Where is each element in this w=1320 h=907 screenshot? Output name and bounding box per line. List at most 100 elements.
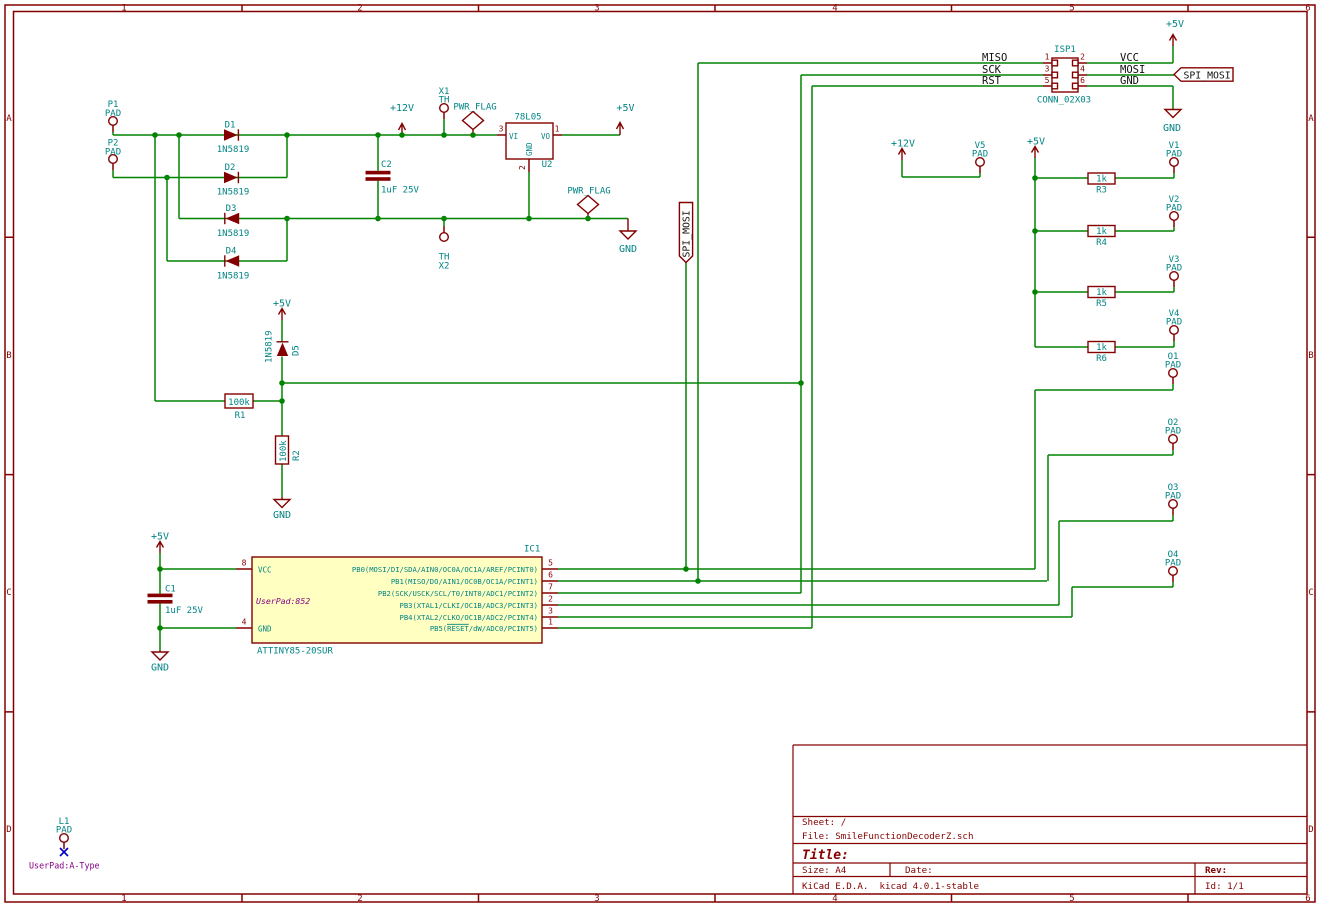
ic1-pin-number: 1 bbox=[548, 618, 553, 627]
r6-ref: R6 bbox=[1096, 354, 1107, 364]
power-gnd-r2[interactable]: GND bbox=[272, 497, 292, 521]
spi-mosi-label-text: SPI_MOSI bbox=[1184, 70, 1231, 81]
plus12v-label: +12V bbox=[891, 139, 915, 150]
ic1-pin-vcc-number: 8 bbox=[242, 559, 247, 568]
power-plus5v-isp[interactable]: +5V bbox=[1166, 19, 1184, 46]
junction-dot bbox=[279, 380, 285, 386]
ic1-pin-pb3-label: PB3(XTAL1/CLKI/OC1B/ADC3/PCINT3) bbox=[400, 601, 538, 610]
isp1-pin-number: 1 bbox=[1045, 53, 1050, 62]
component-pad-v2[interactable]: V2 PAD bbox=[1166, 195, 1182, 221]
power-gnd-rectifier[interactable]: GND bbox=[618, 218, 638, 256]
junction-dot bbox=[695, 578, 701, 584]
component-isp1-connector[interactable]: ISP1 CONN_02X03 1 3 5 2 4 6 bbox=[1037, 45, 1091, 106]
frame-col-label: 3 bbox=[594, 4, 599, 14]
r6-value: 1k bbox=[1096, 343, 1107, 353]
component-ic1-mcu[interactable]: IC1 ATTINY85-20SUR UserPad:852 VCC GND 8… bbox=[242, 545, 554, 657]
power-plus12v-v5[interactable]: +12V bbox=[891, 139, 915, 161]
component-r2[interactable]: 100k R2 bbox=[274, 435, 303, 465]
net-label-rst[interactable]: RST bbox=[982, 75, 1002, 87]
frame-row-label: C bbox=[1308, 588, 1313, 598]
net-label-gnd[interactable]: GND bbox=[1120, 75, 1139, 87]
component-r3[interactable]: 1k R3 bbox=[1087, 172, 1116, 196]
isp1-pin-number: 2 bbox=[1080, 53, 1085, 62]
component-pad-v5[interactable]: V5 PAD bbox=[972, 141, 988, 167]
d5-body bbox=[276, 342, 289, 356]
component-pad-o3[interactable]: O3 PAD bbox=[1165, 483, 1181, 510]
gnd-symbol-icon bbox=[1163, 108, 1183, 119]
net-label-vcc[interactable]: VCC bbox=[1120, 52, 1139, 64]
component-pad-x1[interactable]: X1 TH bbox=[439, 87, 450, 113]
component-pad-o4[interactable]: O4 PAD bbox=[1165, 550, 1181, 577]
no-connect-icon bbox=[59, 847, 69, 857]
wire-isp-rows[interactable] bbox=[698, 46, 1174, 108]
r4-value: 1k bbox=[1096, 227, 1107, 237]
power-plus5v-rail[interactable]: +5V bbox=[1027, 137, 1045, 159]
x2-pad-circle bbox=[439, 231, 450, 242]
u2-pin-vi-number: 3 bbox=[499, 125, 504, 134]
component-pad-p2[interactable]: P2 PAD bbox=[105, 139, 121, 164]
component-d3[interactable]: D3 1N5819 bbox=[217, 204, 250, 239]
isp1-pin-number: 3 bbox=[1045, 65, 1050, 74]
gnd-symbol-icon bbox=[618, 218, 638, 240]
component-pad-o1[interactable]: O1 PAD bbox=[1165, 352, 1181, 379]
pwr-flag-label: PWR_FLAG bbox=[453, 103, 496, 113]
isp1-pin-number: 6 bbox=[1080, 76, 1085, 85]
wire-isp-verticals[interactable] bbox=[685, 63, 813, 628]
d1-ref: D1 bbox=[225, 121, 236, 131]
component-c1[interactable]: C1 1uF 25V bbox=[147, 585, 204, 617]
frame-col-label: 6 bbox=[1305, 894, 1310, 904]
c1-plate-bottom bbox=[147, 600, 173, 604]
component-pad-o2[interactable]: O2 PAD bbox=[1165, 418, 1181, 445]
schematic-canvas[interactable]: 1 2 3 4 5 6 1 2 3 4 5 6 A B C D A B C D … bbox=[0, 0, 1320, 907]
component-pad-v3[interactable]: V3 PAD bbox=[1166, 255, 1182, 282]
ic1-pin-number: 5 bbox=[548, 559, 553, 568]
component-pad-v1[interactable]: V1 PAD bbox=[1166, 141, 1182, 167]
wire-mcu-pin-rows[interactable] bbox=[558, 568, 1072, 629]
component-r5[interactable]: 1k R5 bbox=[1087, 285, 1116, 310]
component-d4[interactable]: D4 1N5819 bbox=[217, 247, 250, 282]
component-pad-x2[interactable]: TH X2 bbox=[439, 231, 450, 272]
plus5v-label: +5V bbox=[151, 532, 169, 543]
plus5v-arrow-icon bbox=[1030, 145, 1040, 158]
global-label-spi-mosi-vertical[interactable]: SPI_MOSI bbox=[678, 201, 694, 264]
v2-value: PAD bbox=[1166, 204, 1182, 214]
x2-ref: X2 bbox=[439, 262, 450, 272]
plus5v-arrow-icon bbox=[277, 307, 287, 320]
component-d2[interactable]: D2 1N5819 bbox=[217, 163, 250, 197]
wire-output-pads[interactable] bbox=[1034, 384, 1174, 617]
power-flag-gnd[interactable]: PWR_FLAG bbox=[567, 187, 611, 219]
power-plus5v-c1[interactable]: +5V bbox=[151, 532, 169, 554]
r4-ref: R4 bbox=[1096, 238, 1107, 248]
power-plus12v-rectifier[interactable]: +12V bbox=[390, 103, 414, 135]
component-d5[interactable]: D5 1N5819 bbox=[265, 330, 302, 363]
power-gnd-c1[interactable]: GND bbox=[150, 650, 170, 674]
c2-ref: C2 bbox=[381, 160, 392, 170]
component-pad-p1[interactable]: P1 PAD bbox=[105, 100, 121, 126]
component-r1[interactable]: 100k R1 bbox=[224, 393, 254, 421]
p1-value: PAD bbox=[105, 109, 121, 119]
wire-v5-net[interactable] bbox=[901, 160, 981, 178]
power-plus5v-d5[interactable]: +5V bbox=[273, 299, 291, 321]
plus5v-label: +5V bbox=[616, 103, 634, 114]
global-label-spi-mosi-right[interactable]: SPI_MOSI bbox=[1172, 67, 1234, 82]
ic1-pin-number: 7 bbox=[548, 583, 553, 592]
junction-dot bbox=[1032, 289, 1038, 295]
u2-pin-vo-label: VO bbox=[541, 132, 551, 141]
component-c2[interactable]: C2 1uF 25V bbox=[365, 160, 420, 196]
net-label-miso[interactable]: MISO bbox=[982, 52, 1007, 64]
frame-col-label: 1 bbox=[121, 894, 126, 904]
d4-ref: D4 bbox=[226, 247, 237, 257]
x1-value: TH bbox=[439, 96, 450, 106]
junction-dot bbox=[152, 132, 158, 138]
component-pad-v4[interactable]: V4 PAD bbox=[1166, 309, 1182, 336]
component-d1[interactable]: D1 1N5819 bbox=[217, 121, 250, 156]
component-r4[interactable]: 1k R4 bbox=[1087, 224, 1116, 249]
plus5v-arrow-icon bbox=[1168, 33, 1178, 46]
c2-plate-bottom bbox=[365, 177, 391, 181]
power-plus5v-regulator-out[interactable]: +5V bbox=[615, 103, 635, 135]
component-r6[interactable]: 1k R6 bbox=[1087, 340, 1116, 365]
power-flag-input[interactable]: PWR_FLAG bbox=[453, 103, 497, 136]
isp1-notch bbox=[1051, 59, 1059, 67]
power-gnd-isp[interactable]: GND bbox=[1163, 108, 1183, 134]
wire-dcc-signal-net[interactable] bbox=[281, 320, 801, 497]
